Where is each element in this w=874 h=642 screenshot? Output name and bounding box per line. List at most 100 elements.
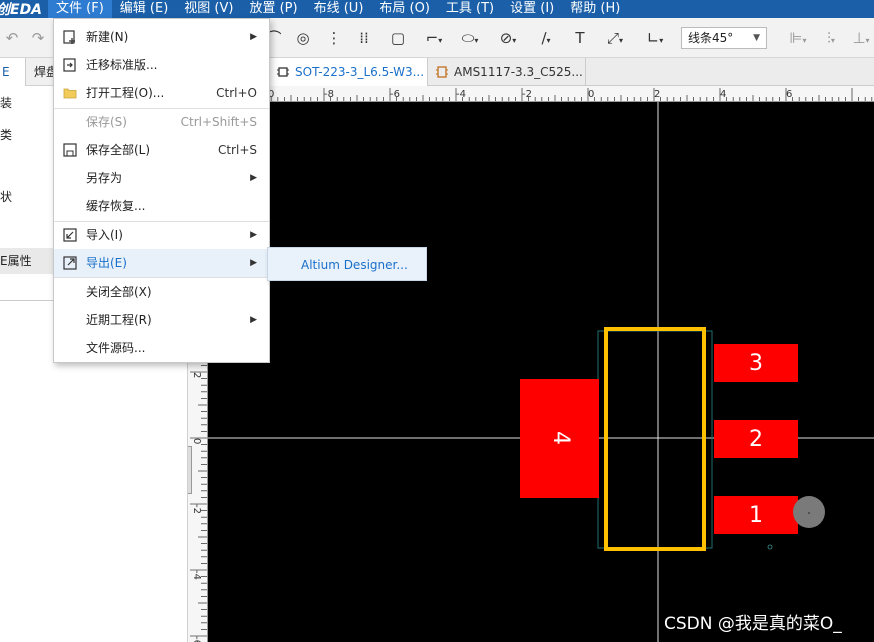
- chevron-right-icon: ▶: [250, 173, 257, 183]
- menu-item-save: 保存(S) Ctrl+Shift+S: [54, 108, 269, 136]
- redo-icon[interactable]: ↷: [28, 28, 48, 48]
- property-row-label: E属性: [0, 254, 32, 268]
- menu-item-cache-restore-label: 缓存恢复...: [86, 199, 146, 213]
- menu-item-open-project[interactable]: 打开工程(O)... Ctrl+O: [54, 79, 269, 107]
- ruler-label: -4: [456, 89, 466, 100]
- left-item-1: 装: [0, 96, 13, 110]
- menu-item-save-as-label: 另存为: [86, 171, 123, 185]
- circle-pad-icon[interactable]: ◎: [293, 28, 313, 48]
- pcb-canvas[interactable]: 4 3 2 1: [208, 102, 874, 642]
- menu-item-recent-projects[interactable]: 近期工程(R) ▶: [54, 306, 269, 334]
- export-icon: [63, 256, 77, 270]
- distribute-icon[interactable]: ⫶▾: [818, 28, 844, 48]
- menu-item-new-label: 新建(N): [86, 30, 129, 44]
- more-tools-icon[interactable]: ⊥▾: [848, 28, 874, 48]
- menu-item-file-source[interactable]: 文件源码...: [54, 334, 269, 362]
- menu-item-save-all[interactable]: 保存全部(L) Ctrl+S: [54, 136, 269, 164]
- chevron-right-icon: ▶: [250, 258, 257, 268]
- menu-settings[interactable]: 设置 (I): [502, 0, 562, 18]
- tab-component[interactable]: AMS1117-3.3_C525...: [428, 58, 586, 86]
- align-icon[interactable]: ⊫▾: [784, 28, 812, 48]
- tab-footprint-label: SOT-223-3_L6.5-W3...: [295, 65, 425, 79]
- tab-footprint[interactable]: SOT-223-3_L6.5-W3...: [268, 58, 428, 86]
- menu-item-new[interactable]: 新建(N) ▶: [54, 23, 269, 51]
- via-column-icon[interactable]: ⋮: [324, 28, 344, 48]
- menu-item-save-shortcut: Ctrl+Shift+S: [180, 115, 257, 129]
- menu-item-export[interactable]: 导出(E) ▶: [54, 249, 269, 277]
- no-connect-icon[interactable]: ⊘▾: [494, 28, 522, 48]
- menu-bar: 创EDA 文件 (F) 编辑 (E) 视图 (V) 放置 (P) 布线 (U) …: [0, 0, 874, 18]
- ruler-label: -2: [191, 504, 202, 514]
- menu-route[interactable]: 布线 (U): [306, 0, 372, 18]
- body-outline: [604, 327, 706, 551]
- menu-item-close-all[interactable]: 关闭全部(X): [54, 278, 269, 306]
- menu-item-migrate[interactable]: 迁移标准版...: [54, 51, 269, 79]
- file-menu: 新建(N) ▶ 迁移标准版... 打开工程(O)... Ctrl+O 保存(S)…: [53, 18, 270, 363]
- menu-item-import[interactable]: 导入(I) ▶: [54, 221, 269, 249]
- tab-component-label: AMS1117-3.3_C525...: [454, 65, 583, 79]
- ruler-label: -6: [390, 89, 400, 100]
- chevron-down-icon: ▼: [753, 33, 760, 43]
- menu-edit[interactable]: 编辑 (E): [112, 0, 177, 18]
- origin-dot: [767, 544, 773, 550]
- menu-file[interactable]: 文件 (F): [48, 0, 112, 18]
- panel-resize-handle[interactable]: [188, 446, 192, 494]
- menu-item-save-as[interactable]: 另存为 ▶: [54, 164, 269, 192]
- watermark: CSDN @我是真的菜O_: [664, 614, 842, 634]
- ruler-label: -2: [522, 89, 532, 100]
- import-icon: [63, 228, 77, 242]
- left-item-2: 类: [0, 128, 13, 142]
- save-all-icon: [63, 143, 77, 157]
- ellipse-icon[interactable]: ⬭▾: [455, 28, 485, 48]
- chevron-right-icon: ▶: [250, 315, 257, 325]
- submenu-item-altium[interactable]: Altium Designer...: [301, 248, 408, 282]
- menu-item-recent-projects-label: 近期工程(R): [86, 313, 152, 327]
- line-mode-value: 线条45°: [688, 31, 734, 45]
- ruler-label: -4: [191, 570, 202, 580]
- dimension-icon[interactable]: ⤢▾: [600, 28, 630, 48]
- pin1-marker-dot: [808, 512, 810, 514]
- tab-properties[interactable]: E: [0, 58, 26, 86]
- ruler-label: 0: [588, 89, 594, 100]
- courtyard-outline: [597, 330, 713, 549]
- menu-help[interactable]: 帮助 (H): [562, 0, 628, 18]
- menu-item-cache-restore[interactable]: 缓存恢复...: [54, 192, 269, 220]
- menu-tools[interactable]: 工具 (T): [438, 0, 502, 18]
- horizontal-ruler-ticks: 12-10-8-6-4-20246: [191, 88, 873, 101]
- polygon-icon[interactable]: ⌐▾: [420, 28, 448, 48]
- left-item-3: 状: [0, 190, 13, 204]
- line-mode-select[interactable]: 线条45° ▼: [681, 27, 767, 49]
- chevron-right-icon: ▶: [250, 230, 257, 240]
- menu-item-export-label: 导出(E): [86, 256, 127, 270]
- menu-item-close-all-label: 关闭全部(X): [86, 285, 152, 299]
- menu-item-save-label: 保存(S): [86, 115, 127, 129]
- line-tool-icon[interactable]: ∕▾: [532, 28, 560, 48]
- menu-item-file-source-label: 文件源码...: [86, 341, 146, 355]
- text-tool-icon[interactable]: T: [570, 28, 590, 48]
- menu-item-migrate-label: 迁移标准版...: [86, 58, 158, 72]
- ruler-label: -8: [324, 89, 334, 100]
- rounded-rect-icon[interactable]: ▢: [388, 28, 408, 48]
- pad-3-label: 3: [749, 351, 763, 376]
- menu-view[interactable]: 视图 (V): [176, 0, 241, 18]
- menu-place[interactable]: 放置 (P): [241, 0, 305, 18]
- footprint-icon: [277, 67, 289, 77]
- ruler-label: 0: [191, 438, 202, 444]
- pad-1-label: 1: [749, 503, 763, 528]
- footprint-drawing: 4 3 2 1: [208, 102, 874, 642]
- horizontal-ruler: 12-10-8-6-4-20246: [188, 86, 874, 102]
- export-submenu: Altium Designer...: [267, 247, 427, 281]
- pad-array-icon[interactable]: ⁞⁞: [354, 28, 374, 48]
- menu-item-open-project-label: 打开工程(O)...: [86, 86, 165, 100]
- ruler-label: 2: [654, 89, 660, 100]
- ruler-label: 4: [720, 89, 726, 100]
- new-file-icon: [63, 30, 75, 44]
- menu-layout[interactable]: 布局 (O): [371, 0, 438, 18]
- chevron-right-icon: ▶: [250, 32, 257, 42]
- undo-icon[interactable]: ↶: [2, 28, 22, 48]
- ruler-label: -6: [191, 636, 202, 642]
- angle-icon[interactable]: ∟▾: [640, 28, 670, 48]
- menu-item-save-all-shortcut: Ctrl+S: [217, 143, 257, 157]
- migrate-icon: [63, 58, 76, 72]
- document-tabs: SOT-223-3_L6.5-W3... AMS1117-3.3_C525...: [188, 58, 874, 86]
